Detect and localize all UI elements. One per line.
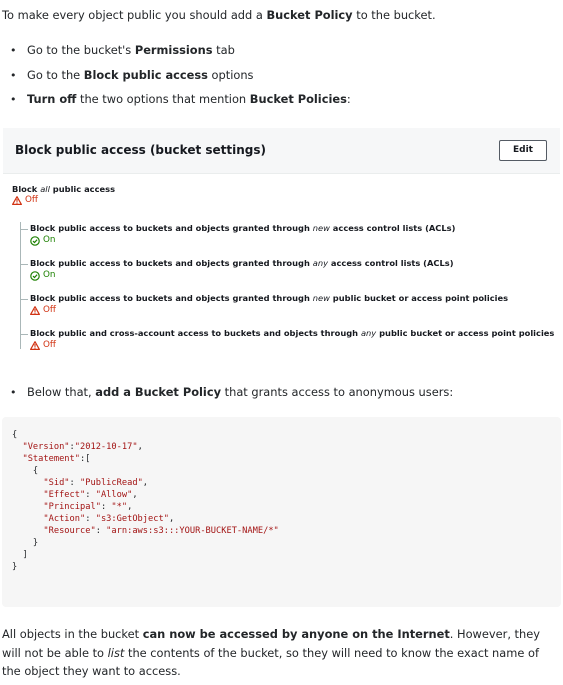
step-text-end: options: [207, 67, 254, 82]
option-status: On: [30, 270, 56, 281]
below-text-end: that grants access to anonymous users:: [221, 385, 454, 399]
tree-tick: [20, 264, 28, 265]
label-text: Block public access to buckets and objec…: [30, 293, 313, 303]
step-turn-off: Turn off the two options that mention Bu…: [0, 92, 555, 117]
panel-title: Block public access (bucket settings): [15, 143, 267, 157]
block-all-label: Block all public access: [12, 184, 115, 195]
step-bold: Block public access: [83, 67, 208, 82]
warning-triangle-icon: [30, 341, 40, 350]
status-text: On: [43, 270, 56, 280]
code-value: Allow: [100, 490, 128, 500]
status-text: Off: [25, 195, 38, 205]
code-value: s3:GetObject: [100, 514, 164, 524]
option-label: Block public access to buckets and objec…: [30, 293, 508, 304]
edit-button[interactable]: Edit: [499, 140, 547, 161]
answer-content: To make every object public you should a…: [0, 0, 563, 685]
option-status: Off: [30, 340, 56, 351]
check-circle-icon: [30, 270, 40, 281]
block-all-setting: Block all public access Off: [12, 184, 115, 206]
closing-paragraph: All objects in the bucket can now be acc…: [2, 625, 557, 681]
status-text: Off: [43, 340, 56, 350]
step-bold: Permissions: [134, 43, 213, 57]
label-text-end: access control lists (ACLs): [329, 223, 456, 233]
label-text: Block: [12, 184, 41, 194]
closing-em: list: [107, 645, 125, 660]
code-value: PublicRead: [85, 478, 138, 488]
label-text-end: public bucket or access point policies: [376, 328, 555, 338]
warning-triangle-icon: [30, 306, 40, 315]
label-em: all: [40, 184, 50, 194]
steps-list: Go to the bucket's Permissions tab Go to…: [0, 43, 555, 117]
warning-triangle-icon: [12, 196, 22, 205]
code-value: 2012-10-17: [80, 442, 133, 452]
tree-tick: [20, 334, 28, 335]
bucket-policy-code: { "Version":"2012-10-17", "Statement":[ …: [2, 417, 561, 607]
intro-text: To make every object public you should a…: [2, 8, 267, 22]
below-paragraph: Below that, add a Bucket Policy that gra…: [27, 385, 557, 400]
status-text: Off: [43, 305, 56, 315]
code-value: *: [116, 502, 122, 512]
check-circle-icon: [30, 235, 40, 246]
below-text: Below that,: [27, 385, 96, 399]
bullet: •: [10, 386, 17, 399]
label-text-end: access control lists (ACLs): [328, 258, 454, 268]
step-text: Go to the bucket's: [27, 43, 135, 57]
label-text-end: public bucket or access point policies: [329, 293, 509, 303]
label-em: any: [360, 328, 377, 338]
option-label: Block public access to buckets and objec…: [30, 258, 454, 269]
panel-body: Block all public access Off Block public…: [3, 174, 560, 357]
tree-tick: [20, 229, 28, 230]
label-text: Block public access to buckets and objec…: [30, 223, 313, 233]
label-text-end: public access: [49, 184, 116, 194]
block-all-status: Off: [12, 195, 115, 206]
option-status: On: [30, 235, 56, 246]
status-text: On: [43, 235, 56, 245]
step-permissions: Go to the bucket's Permissions tab: [0, 43, 555, 68]
option-label: Block public and cross-account access to…: [30, 328, 554, 339]
step-bold-2: Bucket Policies: [249, 92, 347, 106]
option-status: Off: [30, 305, 56, 316]
intro-paragraph: To make every object public you should a…: [2, 8, 557, 23]
step-text: the two options that mention: [76, 92, 250, 106]
step-block-public-access: Go to the Block public access options: [0, 68, 555, 93]
tree-connector: [20, 222, 21, 349]
panel-header: Block public access (bucket settings) Ed…: [3, 128, 560, 174]
below-bold: add a Bucket Policy: [95, 385, 222, 399]
step-bold: Turn off: [27, 92, 77, 106]
intro-text-end: to the bucket.: [352, 8, 436, 22]
block-public-access-panel: Block public access (bucket settings) Ed…: [3, 128, 560, 357]
closing-text: All objects in the bucket: [2, 627, 143, 641]
label-em: new: [312, 223, 330, 233]
step-text-end: tab: [212, 43, 235, 57]
label-em: any: [312, 258, 329, 268]
closing-bold: can now be accessed by anyone on the Int…: [142, 627, 450, 641]
tree-tick: [20, 299, 28, 300]
step-text: Go to the: [27, 67, 84, 82]
intro-bold: Bucket Policy: [266, 8, 353, 22]
option-label: Block public access to buckets and objec…: [30, 223, 455, 234]
label-text: Block public access to buckets and objec…: [30, 258, 313, 268]
label-em: new: [312, 293, 330, 303]
step-text-end: :: [346, 92, 351, 106]
label-text: Block public and cross-account access to…: [30, 328, 361, 338]
code-value: arn:aws:s3:::YOUR-BUCKET-NAME/*: [111, 526, 274, 536]
